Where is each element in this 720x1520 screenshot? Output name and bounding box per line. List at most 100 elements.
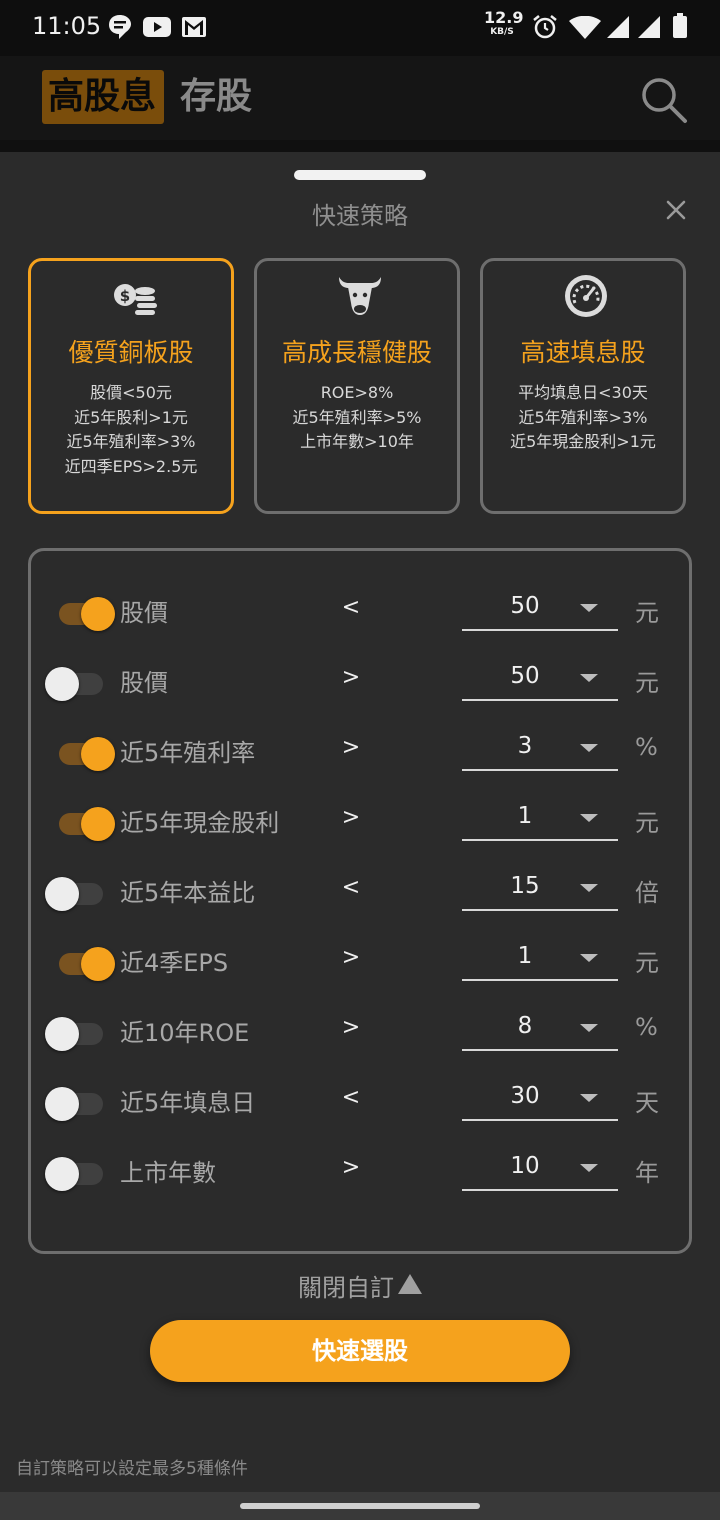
search-icon[interactable]	[638, 74, 690, 126]
filter-toggle[interactable]	[45, 1013, 103, 1051]
strategy-condition: 上市年數>10年	[300, 432, 414, 451]
filter-unit: 元	[635, 669, 659, 697]
filter-value: 15	[510, 873, 540, 899]
signal-icon	[638, 16, 660, 38]
strategy-card-high-growth[interactable]: 高成長穩健股 ROE>8% 近5年殖利率>5% 上市年數>10年	[254, 258, 460, 514]
status-time: 11:05	[32, 12, 102, 40]
filter-label: 近10年ROE	[120, 1019, 250, 1047]
filter-toggle[interactable]	[45, 663, 103, 701]
net-speed: 12.9 KB/S	[484, 8, 524, 37]
logo-text: 存股	[180, 76, 253, 117]
bull-icon	[339, 277, 381, 315]
strategy-condition: 平均填息日<30天	[518, 383, 648, 402]
quick-strategy-sheet: 快速策略 $ 優質銅板股 股價<50元 近5年股利>1元 近5年殖利率>3% 近…	[0, 152, 720, 1492]
filter-operator: >	[341, 945, 361, 970]
home-gesture-handle[interactable]	[240, 1503, 480, 1509]
filter-toggle[interactable]	[59, 593, 115, 631]
strategy-condition: 股價<50元	[90, 383, 172, 402]
filter-toggle[interactable]	[59, 943, 115, 981]
dropdown-arrow-icon	[580, 674, 598, 682]
strategy-condition: 近5年殖利率>3%	[66, 432, 196, 451]
filter-row: 近5年殖利率 > 3 %	[31, 715, 689, 785]
speedometer-icon	[565, 275, 607, 317]
status-bar: 11:05 12.9 KB/S	[0, 0, 720, 56]
quick-select-button[interactable]: 快速選股	[150, 1320, 570, 1382]
dropdown-arrow-icon	[580, 744, 598, 752]
filter-row: 近4季EPS > 1 元	[31, 925, 689, 995]
strategy-condition: 近5年殖利率>5%	[292, 407, 422, 427]
filter-operator: >	[341, 1015, 361, 1040]
filter-value-dropdown[interactable]: 50	[462, 575, 618, 631]
filter-unit: %	[635, 733, 658, 761]
strategy-conditions: 股價<50元 近5年股利>1元 近5年殖利率>3% 近四季EPS>2.5元	[31, 381, 231, 479]
filter-operator: >	[341, 735, 361, 760]
filter-label: 近5年殖利率	[120, 739, 256, 767]
filter-row: 近5年現金股利 > 1 元	[31, 785, 689, 855]
filter-value-dropdown[interactable]: 10	[462, 1135, 618, 1191]
filter-value: 1	[517, 803, 533, 829]
dropdown-arrow-icon	[580, 604, 598, 612]
filter-unit: 倍	[635, 879, 659, 907]
filter-toggle[interactable]	[45, 873, 103, 911]
filter-row: 近5年本益比 < 15 倍	[31, 855, 689, 925]
filter-label: 近5年本益比	[120, 879, 256, 907]
filter-value-dropdown[interactable]: 50	[462, 645, 618, 701]
filter-operator: <	[341, 595, 361, 620]
alarm-icon	[533, 15, 557, 39]
logo-highlight: 高股息	[42, 70, 165, 124]
dropdown-arrow-icon	[580, 884, 598, 892]
filter-label: 股價	[120, 669, 168, 697]
close-custom-toggle[interactable]: 關閉自訂	[0, 1268, 720, 1303]
strategy-condition: 近5年殖利率>3%	[518, 407, 648, 427]
filter-value-dropdown[interactable]: 15	[462, 855, 618, 911]
filter-value-dropdown[interactable]: 30	[462, 1065, 618, 1121]
filter-row: 股價 > 50 元	[31, 645, 689, 715]
close-custom-label: 關閉自訂	[298, 1274, 394, 1302]
strategy-condition: ROE>8%	[320, 383, 394, 402]
sheet-drag-handle[interactable]	[294, 170, 426, 180]
wifi-icon	[569, 16, 601, 39]
filter-unit: 元	[635, 809, 659, 837]
filter-operator: <	[341, 875, 361, 900]
filter-label: 股價	[120, 599, 168, 627]
strategy-title: 優質銅板股	[68, 338, 194, 367]
filter-value-dropdown[interactable]: 8	[462, 995, 618, 1051]
filter-operator: <	[341, 1085, 361, 1110]
dropdown-arrow-icon	[580, 1024, 598, 1032]
net-speed-value: 12.9	[484, 8, 524, 27]
strategy-title: 高速填息股	[520, 338, 646, 367]
filter-toggle[interactable]	[45, 1083, 103, 1121]
dropdown-arrow-icon	[580, 814, 598, 822]
close-icon[interactable]	[662, 196, 690, 224]
filter-label: 近5年填息日	[120, 1089, 256, 1117]
strategy-condition: 近5年現金股利>1元	[510, 432, 656, 451]
filter-row: 股價 < 50 元	[31, 575, 689, 645]
filter-label: 上市年數	[120, 1159, 216, 1187]
net-speed-unit: KB/S	[490, 27, 514, 37]
filter-value-dropdown[interactable]: 1	[462, 785, 618, 841]
filter-value-dropdown[interactable]: 3	[462, 715, 618, 771]
filter-label: 近4季EPS	[120, 949, 229, 977]
filter-value: 3	[517, 733, 533, 759]
triangle-up-icon	[398, 1274, 422, 1294]
strategy-card-fast-fill[interactable]: 高速填息股 平均填息日<30天 近5年殖利率>3% 近5年現金股利>1元	[480, 258, 686, 514]
filter-row: 近10年ROE > 8 %	[31, 995, 689, 1065]
filter-value: 50	[510, 593, 540, 619]
chat-bubble-icon	[109, 15, 131, 39]
filter-value-dropdown[interactable]: 1	[462, 925, 618, 981]
sheet-title: 快速策略	[312, 202, 408, 230]
svg-text:$: $	[120, 287, 130, 305]
dropdown-arrow-icon	[580, 1164, 598, 1172]
filter-value: 8	[517, 1013, 533, 1039]
filter-unit: 年	[635, 1159, 659, 1187]
battery-icon	[673, 13, 687, 38]
strategy-title: 高成長穩健股	[281, 338, 432, 367]
filter-toggle[interactable]	[59, 733, 115, 771]
filter-unit: 元	[635, 599, 659, 627]
dropdown-arrow-icon	[580, 954, 598, 962]
strategy-card-quality-penny[interactable]: $ 優質銅板股 股價<50元 近5年股利>1元 近5年殖利率>3% 近四季EPS…	[28, 258, 234, 514]
filter-toggle[interactable]	[59, 803, 115, 841]
filter-toggle[interactable]	[45, 1153, 103, 1191]
filter-unit: 天	[635, 1089, 659, 1117]
filter-operator: >	[341, 1155, 361, 1180]
